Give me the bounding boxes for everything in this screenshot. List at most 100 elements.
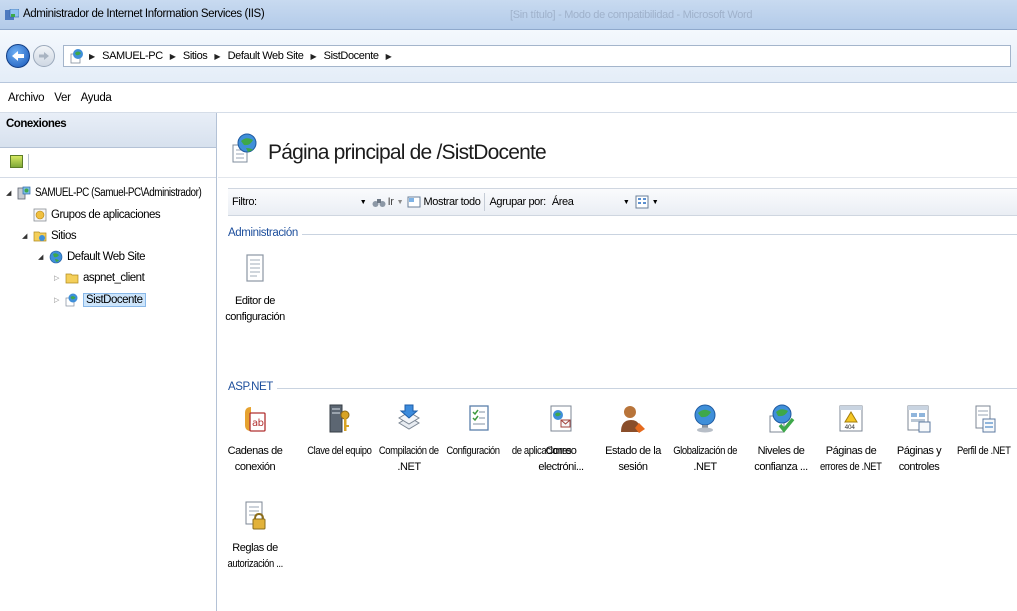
feature-label-line1: Cadenas de	[227, 445, 283, 457]
feature-label-line1: Configuración	[446, 445, 500, 457]
breadcrumb-separator-icon[interactable]: ▶	[211, 52, 223, 61]
collapsed-arrow-icon[interactable]: ▷	[54, 274, 62, 282]
group-by-dropdown-icon[interactable]: ▼	[623, 199, 630, 206]
tree-node-sitios[interactable]: ◢ Sitios	[22, 227, 77, 245]
filter-input[interactable]	[261, 193, 357, 211]
back-button[interactable]	[6, 44, 30, 68]
config-editor-icon	[246, 254, 264, 282]
collapsed-arrow-icon[interactable]: ▷	[54, 296, 62, 304]
tree-node-default-web-site[interactable]: ◢ Default Web Site	[38, 248, 146, 266]
tree-node-aspnet-client[interactable]: ▷ aspnet_client	[54, 269, 145, 287]
breadcrumb-sitios[interactable]: Sitios	[179, 50, 212, 62]
tree-node-server[interactable]: ◢ SAMUEL-PC (Samuel-PC\Administrador)	[6, 184, 228, 202]
page-title: Página principal de /SistDocente	[268, 141, 547, 164]
svg-text:ab: ab	[252, 418, 264, 429]
feature-smtp-email[interactable]: Correo electróni...	[524, 403, 598, 475]
filter-toolbar: Filtro: ▼ Ir ▼ Mostrar todo Agrupar por:…	[228, 188, 1017, 216]
tree-node-app-pools[interactable]: Grupos de aplicaciones	[22, 206, 161, 224]
tree-label: SistDocente	[83, 293, 146, 307]
forward-arrow-icon	[39, 52, 49, 60]
feature-label-line1: Niveles de	[757, 445, 805, 457]
go-binoculars-icon[interactable]	[372, 196, 386, 208]
machine-key-icon	[329, 404, 350, 433]
group-header: ASP.NET	[228, 381, 277, 393]
feature-app-settings[interactable]: Configuración de aplicaciones	[442, 403, 571, 459]
tree-label: Default Web Site	[67, 251, 146, 263]
group-administracion: Administración	[228, 227, 1017, 241]
feature-label-line1: Reglas de	[232, 542, 278, 554]
go-button[interactable]: Ir	[388, 196, 394, 208]
expanded-arrow-icon[interactable]: ◢	[38, 253, 46, 261]
feature-authorization-rules[interactable]: Reglas de autorización ...	[218, 500, 292, 572]
title-bar: Administrador de Internet Information Se…	[0, 0, 1017, 30]
expanded-arrow-icon[interactable]: ◢	[6, 189, 14, 197]
breadcrumb-separator-icon[interactable]: ▶	[86, 52, 98, 61]
net-compilation-icon	[398, 404, 420, 430]
feature-label-line2: controles	[898, 461, 940, 473]
feature-label-line1: Editor de	[235, 295, 275, 307]
feature-label-line2: autorización ...	[227, 558, 283, 570]
view-mode-icon[interactable]	[635, 195, 649, 209]
feature-net-compilation[interactable]: Compilación de .NET	[372, 403, 446, 475]
menu-ayuda[interactable]: Ayuda	[81, 92, 112, 104]
web-app-icon	[70, 49, 83, 64]
view-mode-dropdown-icon[interactable]: ▼	[652, 199, 659, 206]
feature-machine-key[interactable]: Clave del equipo	[302, 403, 376, 459]
breadcrumb-separator-icon[interactable]: ▶	[167, 52, 179, 61]
app-settings-icon	[469, 405, 489, 431]
menu-archivo[interactable]: Archivo	[8, 92, 45, 104]
breadcrumb-separator-icon[interactable]: ▶	[308, 52, 320, 61]
connections-toolbar	[0, 148, 216, 178]
group-divider	[228, 234, 1017, 235]
breadcrumb-samuel-pc[interactable]: SAMUEL-PC	[98, 50, 167, 62]
web-app-icon	[65, 293, 78, 307]
filter-dropdown-icon[interactable]: ▼	[360, 199, 367, 206]
group-by-select[interactable]: Área	[552, 196, 620, 208]
back-arrow-icon	[12, 51, 24, 61]
feature-label-line2: sesión	[618, 461, 648, 473]
feature-net-profile[interactable]: Perfil de .NET	[948, 403, 1017, 459]
toolbar-divider	[28, 154, 29, 170]
feature-trust-levels[interactable]: Niveles de confianza ...	[744, 403, 818, 475]
smtp-email-icon	[550, 405, 572, 432]
feature-label-line1: Compilación de	[379, 445, 439, 457]
forward-button[interactable]	[33, 45, 55, 67]
menu-ver[interactable]: Ver	[54, 92, 71, 104]
feature-label-line1: Correo	[545, 445, 577, 457]
feature-label-line1: Páginas y	[896, 445, 942, 457]
feature-connection-strings[interactable]: ab Cadenas de conexión	[218, 403, 292, 475]
web-app-icon	[232, 133, 257, 163]
window-title: Administrador de Internet Information Se…	[23, 8, 265, 20]
feature-label-line1: Clave del equipo	[307, 445, 372, 457]
app-pools-icon	[33, 208, 47, 222]
tree-label: Sitios	[51, 230, 77, 242]
expanded-arrow-icon[interactable]: ◢	[22, 232, 30, 240]
authorization-rules-icon	[245, 501, 266, 530]
page-header: Página principal de /SistDocente	[218, 113, 1017, 178]
net-profile-icon	[975, 405, 996, 433]
feature-session-state[interactable]: Estado de la sesión	[596, 403, 670, 475]
feature-config-editor[interactable]: Editor de configuración	[218, 253, 292, 325]
feature-error-pages[interactable]: 404 Páginas de errores de .NET	[814, 403, 888, 475]
show-all-button[interactable]: Mostrar todo	[424, 196, 481, 208]
tree-node-sistdocente[interactable]: ▷ SistDocente	[54, 291, 146, 309]
tree-label: aspnet_client	[83, 272, 145, 284]
sites-folder-icon	[33, 231, 47, 242]
folder-icon	[65, 273, 79, 284]
breadcrumb-separator-icon[interactable]: ▶	[383, 52, 395, 61]
address-bar[interactable]: ▶ SAMUEL-PC ▶ Sitios ▶ Default Web Site …	[63, 45, 1011, 67]
tree-label: Grupos de aplicaciones	[51, 209, 161, 221]
iis-app-icon	[5, 9, 19, 20]
trust-levels-icon	[769, 404, 795, 433]
feature-net-globalization[interactable]: Globalización de .NET	[668, 403, 742, 475]
go-dropdown-icon[interactable]: ▼	[397, 199, 404, 206]
feature-pages-controls[interactable]: Páginas y controles	[882, 403, 956, 475]
main-panel: Página principal de /SistDocente Filtro:…	[218, 113, 1017, 611]
session-state-icon	[621, 406, 645, 433]
new-connection-icon[interactable]	[10, 155, 23, 168]
toolbar-divider	[484, 193, 486, 211]
breadcrumb-sistdocente[interactable]: SistDocente	[320, 50, 383, 62]
breadcrumb-default-web-site[interactable]: Default Web Site	[224, 50, 308, 62]
feature-label-line2: configuración	[225, 311, 285, 323]
group-header: Administración	[228, 227, 302, 239]
